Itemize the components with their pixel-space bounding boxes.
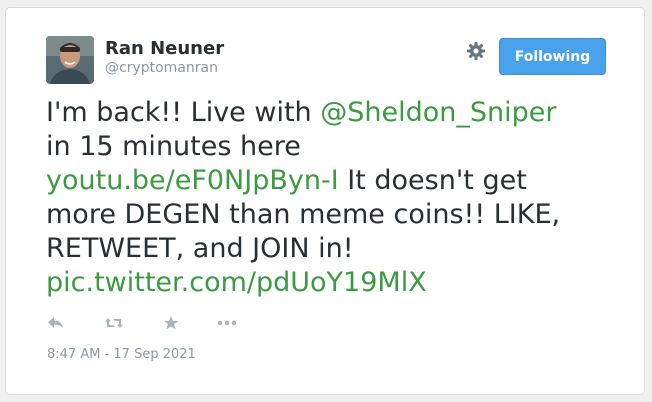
- reply-icon[interactable]: [46, 313, 66, 333]
- tweet-text-part: I'm back!! Live with: [46, 97, 321, 128]
- avatar[interactable]: [46, 36, 94, 84]
- like-icon[interactable]: [161, 313, 181, 333]
- following-button[interactable]: Following: [499, 38, 606, 75]
- tweet-line-6: pic.twitter.com/pdUoY19MlX: [46, 266, 626, 300]
- tweet-line-5: RETWEET, and JOIN in!: [46, 232, 626, 266]
- gear-icon[interactable]: [464, 39, 488, 63]
- retweet-icon[interactable]: [104, 313, 124, 333]
- tweet-text-part: in 15 minutes here: [46, 131, 301, 162]
- tweet-line-4: more DEGEN than meme coins!! LIKE,: [46, 198, 626, 232]
- more-icon[interactable]: [217, 313, 237, 333]
- author-name[interactable]: Ran Neuner: [105, 38, 224, 59]
- tweet-text-part: more DEGEN than meme coins!! LIKE,: [46, 199, 561, 230]
- timestamp[interactable]: 8:47 AM - 17 Sep 2021: [47, 347, 196, 362]
- avatar-image: [46, 36, 94, 84]
- mention-link[interactable]: @Sheldon_Sniper: [320, 97, 556, 128]
- tweet-line-3: youtu.be/eF0NJpByn-I It doesn't get: [46, 164, 626, 198]
- tweet-text-part: It doesn't get: [338, 165, 527, 196]
- url-link[interactable]: youtu.be/eF0NJpByn-I: [46, 165, 339, 196]
- pic-link[interactable]: pic.twitter.com/pdUoY19MlX: [46, 267, 427, 298]
- tweet-line-1: I'm back!! Live with @Sheldon_Sniper: [46, 96, 626, 130]
- tweet-text: I'm back!! Live with @Sheldon_Sniper in …: [46, 96, 626, 300]
- author-handle[interactable]: @cryptomanran: [105, 60, 218, 76]
- tweet-card: Ran Neuner @cryptomanran Following I'm b…: [5, 7, 645, 395]
- tweet-line-2: in 15 minutes here: [46, 130, 626, 164]
- tweet-text-part: RETWEET, and JOIN in!: [46, 233, 354, 264]
